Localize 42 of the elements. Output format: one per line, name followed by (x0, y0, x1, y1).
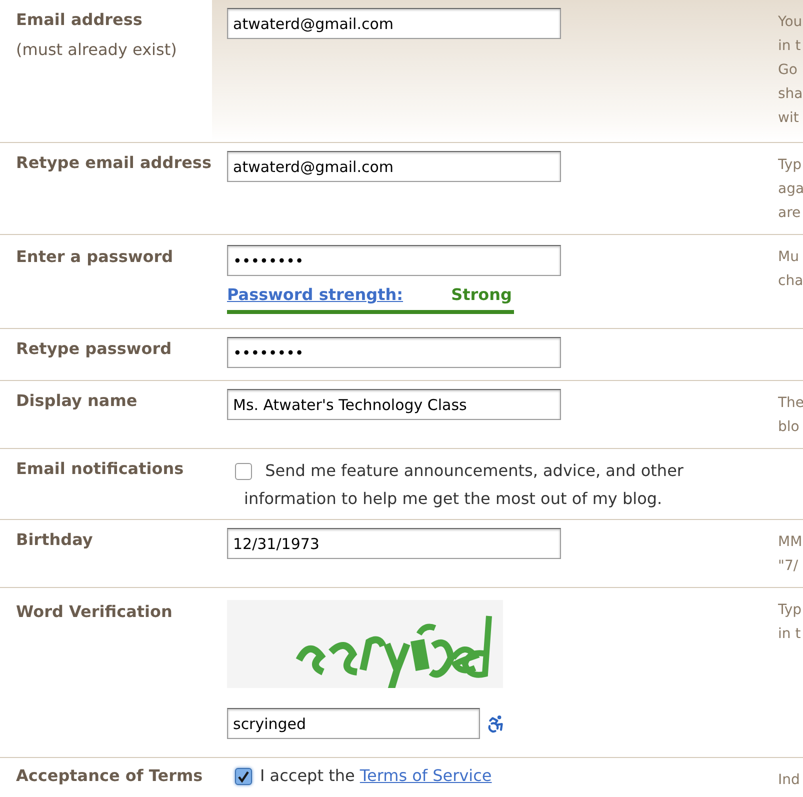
field-label: Display name (16, 390, 138, 412)
field-label: Email address (16, 9, 144, 31)
help-text: aga (778, 180, 803, 199)
help-text: Typ (778, 156, 803, 175)
input-field[interactable]: scryinged (227, 708, 480, 739)
input-field[interactable]: •••••••• (227, 245, 561, 276)
help-text: blo (778, 418, 800, 437)
help-text: "7/ (778, 557, 800, 576)
help-text: Ind (778, 771, 801, 790)
help-text: are (778, 204, 802, 223)
terms-link[interactable]: Terms of Service (360, 766, 492, 785)
field-label: Email notifications (16, 458, 185, 480)
help-text: in t (778, 625, 802, 644)
checkbox[interactable] (235, 463, 252, 480)
terms-text: I accept the Terms of Service (260, 765, 492, 787)
input-field[interactable]: •••••••• (227, 337, 561, 368)
password-strength-link[interactable]: Password strength: (227, 283, 404, 307)
checkbox-label: Send me feature announcements, advice, and other information to help me get the most out of my blog. (244, 460, 684, 510)
help-text: MM (778, 533, 803, 552)
input-field[interactable]: Ms. Atwater's Technology Class (227, 389, 561, 420)
field-hint: (must already exist) (16, 39, 178, 61)
input-field[interactable]: atwaterd@gmail.com (227, 8, 561, 39)
field-label: Word Verification (16, 601, 174, 623)
checkbox[interactable] (235, 768, 252, 784)
help-text: You (778, 13, 803, 32)
accessibility-icon[interactable] (486, 714, 506, 734)
strength-value: Strong (451, 284, 512, 306)
field-label: Retype email address (16, 152, 212, 174)
field-label: Acceptance of Terms (16, 765, 204, 787)
help-text: Mu (778, 248, 800, 267)
field-label: Birthday (16, 529, 94, 551)
help-text: wit (778, 109, 800, 128)
help-text: Typ (778, 601, 803, 620)
help-text: The (778, 394, 803, 413)
input-field[interactable]: 12/31/1973 (227, 528, 561, 559)
help-text: cha (778, 272, 803, 291)
field-label: Enter a password (16, 246, 174, 268)
input-field[interactable]: atwaterd@gmail.com (227, 151, 561, 182)
help-text: sha (778, 85, 803, 104)
help-text: Go (778, 61, 798, 80)
field-label: Retype password (16, 338, 173, 360)
help-text: in t (778, 37, 802, 56)
